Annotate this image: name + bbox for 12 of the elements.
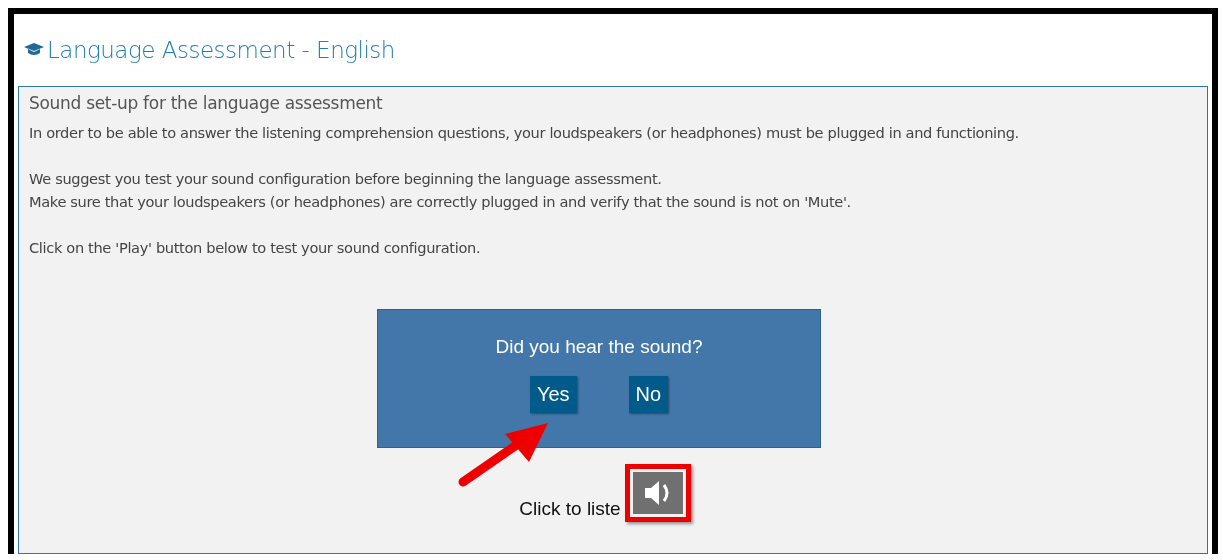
page-title: Language Assessment - English bbox=[47, 37, 395, 63]
section-heading: Sound set-up for the language assessment bbox=[29, 93, 384, 113]
listen-label: Click to liste bbox=[519, 498, 621, 520]
answer-button[interactable]: Yes bbox=[529, 376, 577, 413]
question-text: Did you hear the sound? bbox=[495, 336, 703, 358]
instruction-text: We suggest you test your sound configuration before beginning the language assessment. bbox=[29, 169, 663, 189]
graduation-cap-icon bbox=[24, 42, 44, 58]
instruction-text: Make sure that your loudspeakers (or headphones) are correctly plugged in and verify that the sound is not on 'Mute'. bbox=[29, 192, 852, 212]
answer-button[interactable]: No bbox=[628, 376, 669, 413]
instruction-text: In order to be able to answer the listening comprehension questions, your loudspeakers (or headphones) must be plugged in and functioning. bbox=[29, 123, 1020, 143]
speaker-button[interactable] bbox=[632, 472, 683, 514]
instruction-text: Click on the 'Play' button below to test your sound configuration. bbox=[29, 238, 482, 258]
